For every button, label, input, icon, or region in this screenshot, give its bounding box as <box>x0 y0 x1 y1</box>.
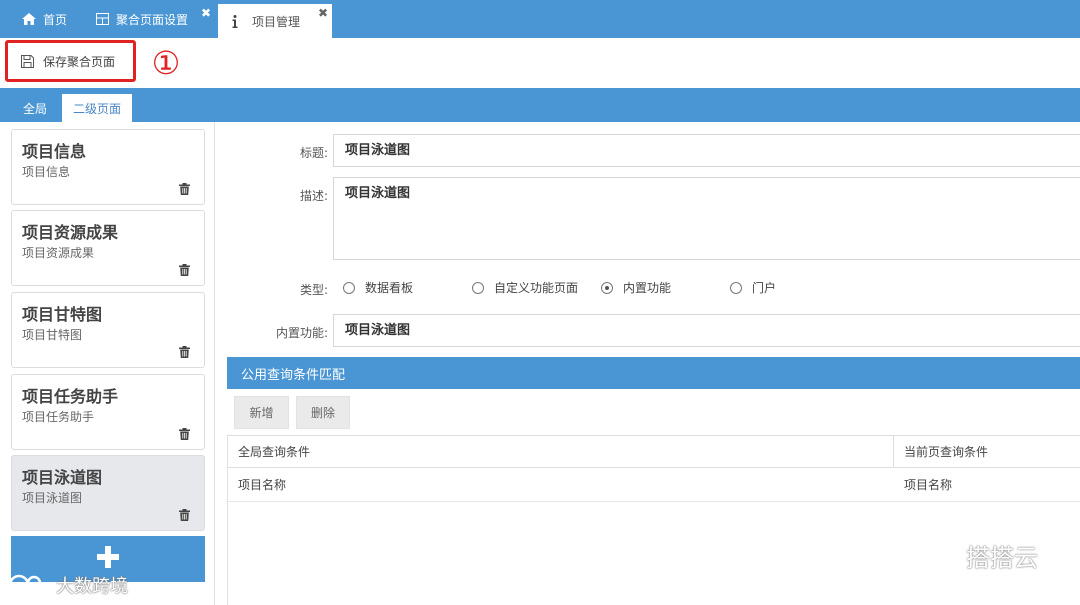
watermark-right: 搭搭云 <box>920 538 1038 573</box>
column-header-current-query[interactable]: 当前页查询条件 <box>893 436 1080 467</box>
page-card-project-gantt[interactable]: 项目甘特图 项目甘特图 <box>11 292 205 368</box>
card-subtitle: 项目任务助手 <box>22 410 95 424</box>
wechat-logo-icon <box>920 542 958 570</box>
table-row[interactable]: 项目名称 项目名称 <box>228 468 1080 502</box>
trash-icon[interactable] <box>179 509 190 521</box>
card-subtitle: 项目资源成果 <box>22 246 95 260</box>
radio-label: 自定义功能页面 <box>494 281 579 295</box>
radio-circle-icon <box>343 281 355 294</box>
page-card-project-info[interactable]: 项目信息 项目信息 <box>11 129 205 205</box>
radio-circle-icon <box>472 281 484 294</box>
card-title: 项目任务助手 <box>22 387 119 406</box>
save-aggregate-page-label: 保存聚合页面 <box>43 54 116 69</box>
save-aggregate-page-button[interactable]: 保存聚合页面 <box>5 40 136 82</box>
card-subtitle: 项目信息 <box>22 165 71 179</box>
description-textarea[interactable]: 项目泳道图 <box>333 177 1080 260</box>
query-match-header: 公用查询条件匹配 <box>227 357 1080 389</box>
layout-grid-icon <box>96 13 109 25</box>
subtab-second-level-page[interactable]: 二级页面 <box>62 94 132 122</box>
type-label: 类型: <box>299 283 328 297</box>
watermark-right-text: 搭搭云 <box>966 544 1038 572</box>
tab-aggregate-close-icon[interactable]: ✖ <box>201 6 211 20</box>
sub-tab-bar: 全局 二级页面 <box>0 88 1080 122</box>
tab-home-label: 首页 <box>43 12 68 27</box>
tab-aggregate-settings[interactable]: 聚合页面设置 <box>96 0 188 38</box>
tab-aggregate-label: 聚合页面设置 <box>116 12 189 27</box>
radio-label: 内置功能 <box>623 281 672 295</box>
description-label: 描述: <box>299 189 328 203</box>
title-label: 标题: <box>299 146 328 160</box>
card-title: 项目泳道图 <box>22 468 103 487</box>
type-radio-builtin[interactable]: 内置功能 <box>601 279 671 296</box>
type-radio-custom-page[interactable]: 自定义功能页面 <box>472 279 578 296</box>
card-title: 项目信息 <box>22 142 87 161</box>
table-header: 全局查询条件 当前页查询条件 <box>228 435 1080 468</box>
trash-icon[interactable] <box>179 264 190 276</box>
tab-project-label: 项目管理 <box>252 14 301 29</box>
page-card-project-swimlane[interactable]: 项目泳道图 项目泳道图 <box>11 455 205 531</box>
radio-selected-icon <box>601 281 613 294</box>
builtin-function-select[interactable]: 项目泳道图 <box>333 314 1080 347</box>
type-radio-dashboard[interactable]: 数据看板 <box>343 279 413 296</box>
delete-query-button[interactable]: 删除 <box>296 396 350 429</box>
add-query-button[interactable]: 新增 <box>234 396 289 429</box>
builtin-function-label: 内置功能: <box>275 326 328 340</box>
floppy-disk-icon <box>21 54 34 68</box>
cell-global-query: 项目名称 <box>238 478 287 492</box>
page-card-project-task-assistant[interactable]: 项目任务助手 项目任务助手 <box>11 374 205 450</box>
watermark-left-text: 大数跨境 <box>56 576 128 597</box>
type-radio-portal[interactable]: 门户 <box>730 279 776 296</box>
trash-icon[interactable] <box>179 346 190 358</box>
annotation-marker: ① <box>151 44 181 82</box>
plus-icon <box>97 546 119 572</box>
subtab-global[interactable]: 全局 <box>10 94 60 122</box>
page-list-panel: 项目信息 项目信息 项目资源成果 项目资源成果 项目甘特图 项目甘特图 项目任务… <box>0 122 215 605</box>
query-table: 全局查询条件 当前页查询条件 项目名称 项目名称 <box>227 435 1080 605</box>
tab-home[interactable]: 首页 <box>22 0 67 38</box>
tab-project-management[interactable]: 项目管理 ✖ <box>218 4 332 38</box>
radio-label: 门户 <box>752 281 777 295</box>
toolbar: 保存聚合页面 ① <box>0 38 1080 88</box>
radio-label: 数据看板 <box>365 281 414 295</box>
home-icon <box>22 13 36 25</box>
top-tab-bar: 首页 聚合页面设置 ✖ 项目管理 ✖ <box>0 0 1080 38</box>
wechat-logo-icon <box>8 574 48 596</box>
watermark-left: 大数跨境 <box>8 572 128 598</box>
radio-circle-icon <box>730 281 742 294</box>
card-subtitle: 项目泳道图 <box>22 491 83 505</box>
tab-project-close-icon[interactable]: ✖ <box>318 6 328 20</box>
card-title: 项目资源成果 <box>22 223 119 242</box>
column-header-global-query[interactable]: 全局查询条件 <box>228 436 893 467</box>
card-subtitle: 项目甘特图 <box>22 328 83 342</box>
trash-icon[interactable] <box>179 428 190 440</box>
title-input[interactable]: 项目泳道图 <box>333 134 1080 167</box>
card-title: 项目甘特图 <box>22 305 103 324</box>
trash-icon[interactable] <box>179 183 190 195</box>
info-icon <box>232 14 238 28</box>
cell-current-query: 项目名称 <box>904 478 953 492</box>
page-card-project-resources[interactable]: 项目资源成果 项目资源成果 <box>11 210 205 286</box>
